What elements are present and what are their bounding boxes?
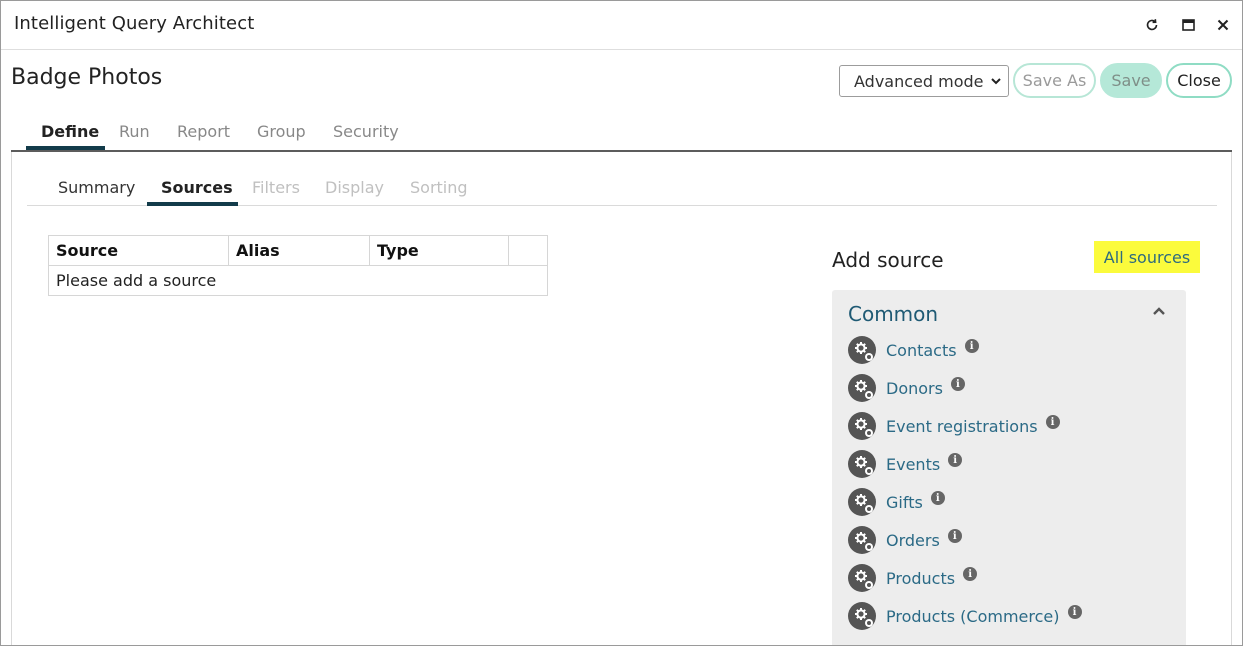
- close-button[interactable]: Close: [1166, 63, 1232, 98]
- define-panel: Summary Sources Filters Display Sorting …: [11, 152, 1232, 645]
- app-title: Intelligent Query Architect: [14, 13, 255, 34]
- sub-tabs: Summary Sources Filters Display Sorting: [27, 168, 1217, 206]
- source-item-label[interactable]: Orders: [886, 531, 940, 550]
- column-actions: [509, 236, 547, 265]
- column-source[interactable]: Source: [49, 236, 229, 265]
- source-item[interactable]: Gifts i: [848, 486, 945, 518]
- info-icon[interactable]: i: [964, 339, 979, 353]
- source-item[interactable]: Products i: [848, 562, 978, 594]
- gear-icon: [848, 336, 876, 364]
- column-type[interactable]: Type: [370, 236, 509, 265]
- info-icon[interactable]: i: [963, 567, 978, 581]
- source-item[interactable]: Contacts i: [848, 334, 979, 366]
- mode-select-value: Advanced mode: [854, 71, 984, 91]
- source-item-label[interactable]: Donors: [886, 379, 943, 398]
- save-as-button[interactable]: Save As: [1013, 63, 1096, 98]
- chevron-up-icon[interactable]: [1152, 306, 1166, 316]
- add-source-heading: Add source: [832, 248, 944, 272]
- sources-table: Source Alias Type Please add a source: [48, 235, 548, 296]
- source-item[interactable]: Donors i: [848, 372, 965, 404]
- active-tab-indicator: [26, 146, 105, 150]
- refresh-icon[interactable]: [1142, 15, 1162, 35]
- source-item[interactable]: Products (Commerce) i: [848, 600, 1082, 632]
- gear-icon: [848, 374, 876, 402]
- empty-message: Please add a source: [56, 271, 217, 290]
- subtab-summary[interactable]: Summary: [58, 178, 135, 197]
- gear-icon: [848, 450, 876, 478]
- gear-icon: [848, 526, 876, 554]
- source-item-label[interactable]: Products (Commerce): [886, 607, 1060, 626]
- tab-security[interactable]: Security: [333, 122, 399, 141]
- chevron-down-icon: [991, 78, 1001, 85]
- mode-select[interactable]: Advanced mode: [839, 65, 1009, 97]
- gear-icon: [848, 564, 876, 592]
- gear-icon: [848, 488, 876, 516]
- tab-run[interactable]: Run: [119, 122, 150, 141]
- close-icon[interactable]: [1213, 15, 1233, 35]
- page-title: Badge Photos: [11, 65, 163, 90]
- save-button[interactable]: Save: [1100, 63, 1162, 98]
- common-sources-group: Common Contacts i Donors i Event registratio…: [832, 290, 1186, 645]
- source-item-label[interactable]: Events: [886, 455, 940, 474]
- maximize-icon[interactable]: [1178, 15, 1198, 35]
- source-item[interactable]: Event registrations i: [848, 410, 1060, 442]
- main-tabs: Define Run Report Group Security: [11, 112, 1232, 152]
- source-item[interactable]: Orders i: [848, 524, 962, 556]
- info-icon[interactable]: i: [1067, 605, 1082, 619]
- source-item-label[interactable]: Products: [886, 569, 955, 588]
- subtab-sorting: Sorting: [410, 178, 468, 197]
- tab-group[interactable]: Group: [257, 122, 306, 141]
- all-sources-button[interactable]: All sources: [1094, 241, 1200, 273]
- gear-icon: [848, 602, 876, 630]
- column-alias[interactable]: Alias: [229, 236, 370, 265]
- title-bar: Intelligent Query Architect: [1, 1, 1242, 50]
- table-body: Please add a source: [49, 266, 547, 295]
- source-item-label[interactable]: Event registrations: [886, 417, 1038, 436]
- group-title: Common: [848, 302, 939, 326]
- info-icon[interactable]: i: [948, 453, 963, 467]
- subtab-display: Display: [325, 178, 384, 197]
- tab-define[interactable]: Define: [41, 122, 99, 141]
- source-item[interactable]: Events i: [848, 448, 963, 480]
- info-icon[interactable]: i: [930, 491, 945, 505]
- subtab-filters: Filters: [252, 178, 300, 197]
- table-header: Source Alias Type: [49, 236, 547, 266]
- info-icon[interactable]: i: [947, 529, 962, 543]
- info-icon[interactable]: i: [950, 377, 965, 391]
- source-item-label[interactable]: Gifts: [886, 493, 923, 512]
- info-icon[interactable]: i: [1045, 415, 1060, 429]
- gear-icon: [848, 412, 876, 440]
- tab-report[interactable]: Report: [177, 122, 230, 141]
- query-architect-window: Intelligent Query Architect Badge Photos…: [0, 0, 1243, 646]
- source-item-label[interactable]: Contacts: [886, 341, 957, 360]
- subtab-sources[interactable]: Sources: [161, 178, 233, 197]
- active-subtab-indicator: [147, 202, 238, 206]
